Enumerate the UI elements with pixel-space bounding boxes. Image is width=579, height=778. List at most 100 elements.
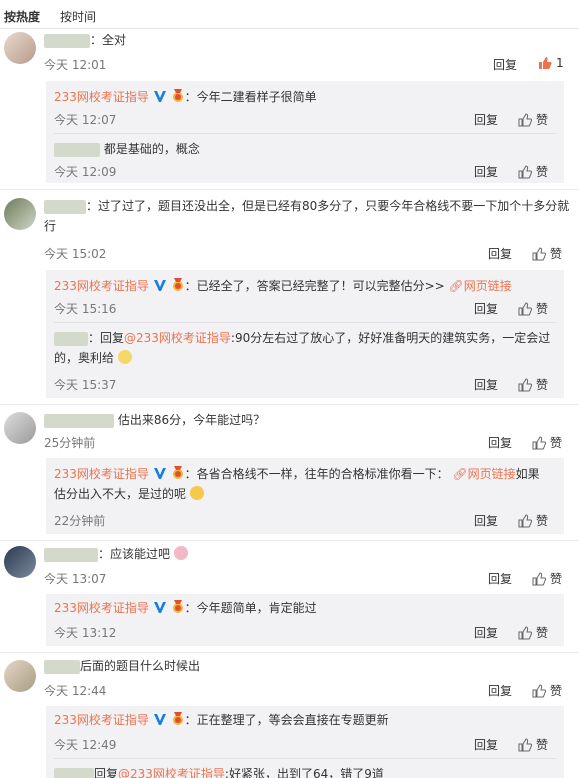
like-button[interactable]: 赞 xyxy=(532,245,562,262)
thumbs-up-icon xyxy=(518,112,532,126)
link-icon: 🔗︎ xyxy=(448,279,464,293)
comment-body: ：应该能过吧 xyxy=(98,547,171,561)
like-button[interactable]: 赞 xyxy=(518,300,548,317)
like-button[interactable]: 赞 xyxy=(518,736,548,753)
reply-button[interactable]: 回复 xyxy=(474,300,498,317)
like-button[interactable]: 赞 xyxy=(532,570,562,587)
comment-text: ：过了过了，题目还没出全，但是已经有80多分了，只要今年合格线不要一下加个十多分… xyxy=(44,196,574,236)
timestamp: 25分钟前 xyxy=(44,436,96,450)
username-blurred[interactable] xyxy=(54,142,100,157)
thumbs-up-icon xyxy=(518,164,532,178)
reply-button[interactable]: 回复 xyxy=(474,163,498,180)
username-blurred[interactable] xyxy=(54,331,88,346)
reply-text: 233网校考证指导 ：今年题简单，肯定能过 xyxy=(54,598,559,618)
timestamp: 今天 13:12 xyxy=(54,626,117,640)
username-blurred[interactable] xyxy=(44,199,86,214)
reply-body: 都是基础的，概念 xyxy=(103,142,200,156)
divider xyxy=(54,758,556,759)
comment-body: ：过了过了，题目还没出全，但是已经有80多分了，只要今年合格线不要一下加个十多分… xyxy=(86,199,570,213)
reply-button[interactable]: 回复 xyxy=(488,434,512,451)
thumbs-up-icon xyxy=(532,571,546,585)
username-blurred[interactable] xyxy=(44,659,80,674)
comment-text: 估出来86分，今年能过吗？ xyxy=(44,410,265,430)
vip-v-icon xyxy=(153,91,166,102)
reply-thread: 233网校考证指导 ：各省合格线不一样，往年的合格标准你看一下： 🔗︎网页链接如… xyxy=(46,458,564,534)
avatar[interactable] xyxy=(4,412,36,444)
reply-button[interactable]: 回复 xyxy=(474,736,498,753)
reply-body: ：已经全了，答案已经完整了！可以完整估分>> xyxy=(184,279,445,293)
reply-button[interactable]: 回复 xyxy=(488,570,512,587)
comment-text: 后面的题目什么时候出 xyxy=(44,656,200,676)
reply-thread: 233网校考证指导 ：今年题简单，肯定能过 今天 13:12 回复 赞 xyxy=(46,594,564,646)
reply-button[interactable]: 回复 xyxy=(493,56,517,73)
emoji-icon xyxy=(189,486,204,500)
vip-v-icon xyxy=(153,280,166,291)
reply-text: 233网校考证指导 ：正在整理了，等会会直接在专题更新 xyxy=(54,710,559,730)
reply-author[interactable]: 233网校考证指导 xyxy=(54,279,149,293)
timestamp: 今天 15:16 xyxy=(54,302,117,316)
thumbs-up-icon xyxy=(539,57,552,69)
thumbs-up-icon xyxy=(518,737,532,751)
timestamp: 今天 15:37 xyxy=(54,378,117,392)
username-blurred[interactable] xyxy=(44,413,114,428)
mention-link[interactable]: @233网校考证指导 xyxy=(124,331,231,345)
comment-text: ：应该能过吧 xyxy=(44,544,188,564)
reply-author[interactable]: 233网校考证指导 xyxy=(54,90,149,104)
tab-sort-time[interactable]: 按时间 xyxy=(60,8,96,25)
like-button[interactable]: 赞 xyxy=(532,434,562,451)
comment-body-cont: 行 xyxy=(44,219,57,233)
like-label: 赞 xyxy=(536,514,549,528)
like-label: 赞 xyxy=(536,378,549,392)
tab-sort-hot[interactable]: 按热度 xyxy=(4,8,40,25)
vip-v-icon xyxy=(153,468,166,479)
reply-body: :90分左右过了放心了，好好准备明天的建筑实务，一定会过 xyxy=(230,331,551,345)
like-label: 赞 xyxy=(550,684,563,698)
web-link[interactable]: 网页链接 xyxy=(468,467,516,481)
reply-button[interactable]: 回复 xyxy=(488,245,512,262)
like-button[interactable]: 赞 xyxy=(518,111,548,128)
like-label: 赞 xyxy=(550,247,563,261)
reply-author[interactable]: 233网校考证指导 xyxy=(54,601,149,615)
divider xyxy=(0,652,579,653)
reply-text: 233网校考证指导 ：各省合格线不一样，往年的合格标准你看一下： 🔗︎网页链接如… xyxy=(54,464,559,504)
timestamp: 今天 12:01 xyxy=(44,58,107,72)
username-blurred[interactable] xyxy=(44,547,98,562)
reply-text: ：回复@233网校考证指导:90分左右过了放心了，好好准备明天的建筑实务，一定会… xyxy=(54,328,559,368)
reply-text: 233网校考证指导 ：已经全了，答案已经完整了！可以完整估分>> 🔗︎网页链接 xyxy=(54,276,559,296)
medal-icon xyxy=(172,89,183,102)
reply-text: 回复@233网校考证指导:好紧张，出到了64，错了9道 xyxy=(54,764,559,778)
reply-author[interactable]: 233网校考证指导 xyxy=(54,467,149,481)
like-label: 赞 xyxy=(550,572,563,586)
reply-button[interactable]: 回复 xyxy=(474,512,498,529)
like-button[interactable]: 赞 xyxy=(518,163,548,180)
timestamp: 今天 15:02 xyxy=(44,247,107,261)
avatar[interactable] xyxy=(4,660,36,692)
reply-author[interactable]: 233网校考证指导 xyxy=(54,713,149,727)
like-label: 赞 xyxy=(536,626,549,640)
reply-button[interactable]: 回复 xyxy=(474,111,498,128)
like-button[interactable]: 赞 xyxy=(532,682,562,699)
like-button[interactable]: 1 xyxy=(538,56,564,70)
reply-body: ：今年题简单，肯定能过 xyxy=(184,601,317,615)
reply-button[interactable]: 回复 xyxy=(488,682,512,699)
like-button[interactable]: 赞 xyxy=(518,376,548,393)
like-button[interactable]: 赞 xyxy=(518,512,548,529)
username-blurred[interactable] xyxy=(54,767,94,778)
timestamp: 今天 12:09 xyxy=(54,165,117,179)
like-button[interactable]: 赞 xyxy=(518,624,548,641)
avatar[interactable] xyxy=(4,546,36,578)
avatar[interactable] xyxy=(4,198,36,230)
like-label: 赞 xyxy=(536,302,549,316)
web-link[interactable]: 网页链接 xyxy=(464,279,512,293)
reply-button[interactable]: 回复 xyxy=(474,376,498,393)
reply-body: ：正在整理了，等会会直接在专题更新 xyxy=(184,713,389,727)
reply-body: :好紧张，出到了64，错了9道 xyxy=(224,767,384,778)
avatar[interactable] xyxy=(4,32,36,64)
like-label: 赞 xyxy=(536,738,549,752)
emoji-icon xyxy=(117,350,132,364)
reply-body: ：各省合格线不一样，往年的合格标准你看一下： xyxy=(184,467,449,481)
mention-link[interactable]: @233网校考证指导 xyxy=(118,767,225,778)
reply-button[interactable]: 回复 xyxy=(474,624,498,641)
username-blurred[interactable] xyxy=(44,33,90,48)
comment-text: ：全对 xyxy=(44,30,126,50)
